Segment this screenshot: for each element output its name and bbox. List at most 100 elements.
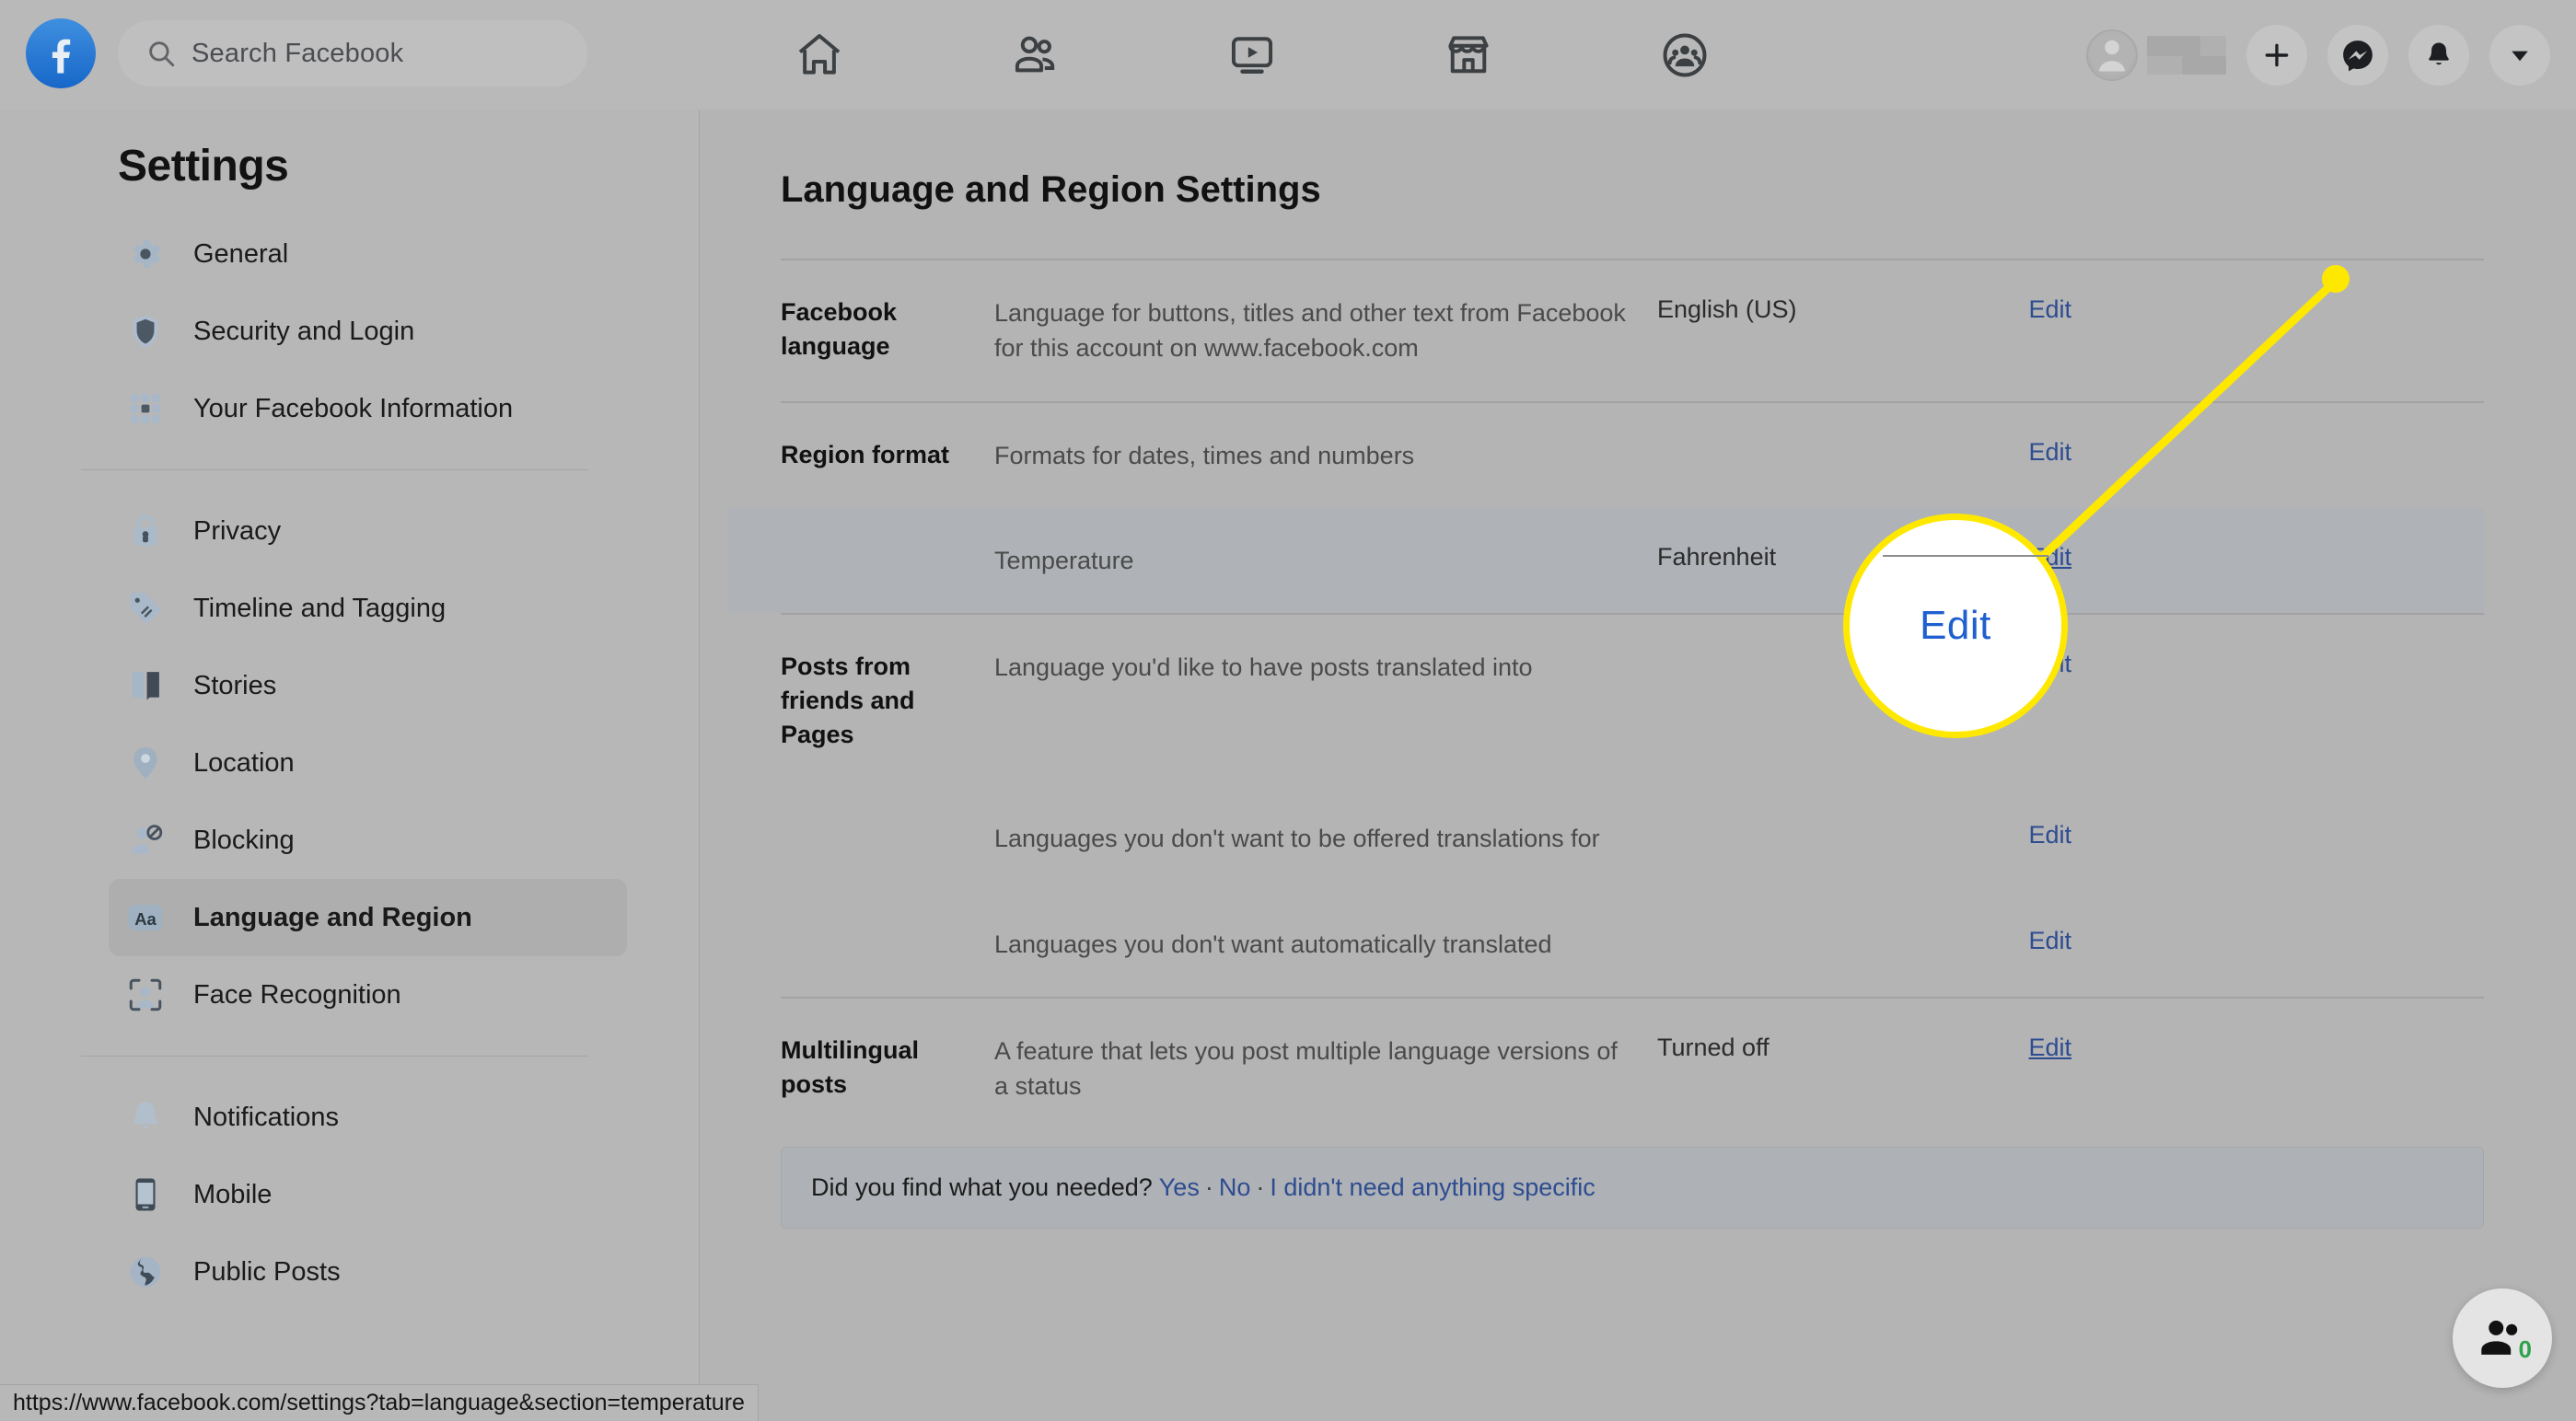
edit-link[interactable]: Edit [2028, 821, 2071, 849]
search-icon [145, 38, 177, 69]
avatar [2086, 29, 2138, 81]
book-icon [125, 665, 166, 706]
browser-status-bar: https://www.facebook.com/settings?tab=la… [0, 1384, 759, 1421]
notifications-button[interactable] [2408, 25, 2469, 86]
sidebar-item-stories[interactable]: Stories [109, 647, 627, 724]
row-description: Formats for dates, times and numbers [994, 438, 1657, 473]
gear-icon [125, 234, 166, 274]
sidebar-item-label: Public Posts [193, 1257, 341, 1288]
sidebar-item-label: Your Facebook Information [193, 394, 513, 424]
row-description: Languages you don't want to be offered t… [994, 821, 1657, 856]
sidebar-item-label: Privacy [193, 516, 281, 547]
nav-home-button[interactable] [764, 9, 875, 101]
sidebar-item-label: Stories [193, 671, 276, 701]
row-value: Turned off [1657, 1034, 1933, 1062]
sidebar-item-mobile[interactable]: Mobile [109, 1156, 627, 1233]
row-actions: Edit [1933, 821, 2071, 849]
sidebar-item-label: Location [193, 748, 295, 779]
friends-icon [1010, 29, 1062, 81]
feedback-separator: · [1250, 1173, 1270, 1201]
search-placeholder: Search Facebook [191, 39, 403, 69]
row-description: A feature that lets you post multiple la… [994, 1034, 1657, 1104]
feedback-separator: · [1200, 1173, 1219, 1201]
edit-link[interactable]: Edit [2028, 438, 2071, 467]
magnified-edit-label: Edit [1920, 603, 1991, 649]
create-button[interactable] [2246, 25, 2307, 86]
nav-friends-button[interactable] [981, 9, 1091, 101]
sidebar-title: Settings [0, 128, 699, 215]
sidebar-item-label: Timeline and Tagging [193, 594, 446, 624]
feedback-other-link[interactable]: I didn't need anything specific [1270, 1173, 1595, 1201]
nav-watch-button[interactable] [1197, 9, 1307, 101]
account-actions [2086, 0, 2550, 110]
sidebar-item-notifications[interactable]: Notifications [109, 1079, 627, 1156]
contacts-badge: 0 [2519, 1335, 2532, 1364]
top-navigation-bar: Search Facebook [0, 0, 2576, 110]
search-input[interactable]: Search Facebook [118, 20, 587, 87]
edit-link[interactable]: Edit [2028, 1034, 2071, 1062]
settings-main-content: Language and Region Settings Facebook la… [700, 110, 2576, 1421]
profile-chip[interactable] [2086, 29, 2226, 81]
sidebar-item-label: Mobile [193, 1180, 272, 1210]
messenger-icon [2340, 38, 2375, 73]
sidebar-item-label: Face Recognition [193, 980, 401, 1011]
sidebar-item-blocking[interactable]: Blocking [109, 802, 627, 879]
sidebar-group-account: General Security and Login Your Facebook… [0, 215, 699, 447]
main-nav-icons [764, 0, 1740, 110]
feedback-yes-link[interactable]: Yes [1159, 1173, 1200, 1201]
magnifier-rule [1883, 555, 2048, 557]
row-description: Temperature [994, 543, 1657, 578]
sidebar-divider-2 [81, 1056, 588, 1057]
feedback-bar: Did you find what you needed? Yes·No·I d… [781, 1147, 2484, 1229]
bell-icon [2423, 40, 2454, 71]
sidebar-group-notifications: Notifications Mobile Public Posts [0, 1079, 699, 1311]
sidebar-item-face-recognition[interactable]: Face Recognition [109, 956, 627, 1034]
nav-marketplace-button[interactable] [1413, 9, 1524, 101]
contacts-button[interactable]: 0 [2453, 1288, 2552, 1388]
messenger-button[interactable] [2327, 25, 2388, 86]
sidebar-item-label: Language and Region [193, 903, 472, 933]
feedback-no-link[interactable]: No [1219, 1173, 1251, 1201]
page-title: Language and Region Settings [781, 169, 2484, 211]
status-url: https://www.facebook.com/settings?tab=la… [13, 1390, 745, 1416]
account-menu-button[interactable] [2489, 25, 2550, 86]
marketplace-store-icon [1443, 29, 1494, 81]
nav-groups-button[interactable] [1630, 9, 1740, 101]
bell-icon [125, 1097, 166, 1138]
chevron-down-icon [2506, 41, 2534, 69]
row-description: Languages you don't want automatically t… [994, 927, 1657, 962]
sidebar-item-location[interactable]: Location [109, 724, 627, 802]
feedback-question: Did you find what you needed? [811, 1173, 1153, 1201]
sidebar-item-public-posts[interactable]: Public Posts [109, 1233, 627, 1311]
svg-text:Aa: Aa [134, 909, 157, 929]
sidebar-item-label: Notifications [193, 1103, 339, 1133]
mobile-phone-icon [125, 1174, 166, 1215]
facebook-logo-icon[interactable] [26, 18, 96, 88]
edit-link[interactable]: Edit [2028, 295, 2071, 324]
sidebar-item-language-and-region[interactable]: Aa Language and Region [109, 879, 627, 956]
table-row-temperature[interactable]: Temperature Fahrenheit Edit [727, 508, 2484, 613]
face-recognition-icon [125, 975, 166, 1015]
table-row: Languages you don't want automatically t… [727, 892, 2484, 997]
sidebar-item-security-and-login[interactable]: Security and Login [109, 293, 627, 370]
sidebar-item-general[interactable]: General [109, 215, 627, 293]
row-actions: Edit [1933, 295, 2071, 324]
lock-icon [125, 511, 166, 551]
row-label: Multilingual posts [781, 1034, 994, 1101]
table-row: Languages you don't want to be offered t… [727, 786, 2484, 891]
magnifier-callout: Edit [1843, 514, 2068, 738]
edit-link[interactable]: Edit [2028, 927, 2071, 955]
table-row: Posts from friends and Pages Language yo… [727, 615, 2484, 786]
facebook-settings-page: Search Facebook [0, 0, 2576, 1421]
settings-sidebar: Settings General Security and Login [0, 110, 700, 1421]
table-row: Facebook language Language for buttons, … [727, 260, 2484, 401]
sidebar-item-your-facebook-information[interactable]: Your Facebook Information [109, 370, 627, 447]
row-actions: Edit [1933, 1034, 2071, 1062]
grid-info-icon [125, 388, 166, 429]
row-label: Facebook language [781, 295, 994, 363]
sidebar-item-privacy[interactable]: Privacy [109, 492, 627, 570]
aa-language-icon: Aa [125, 897, 166, 938]
sidebar-item-timeline-and-tagging[interactable]: Timeline and Tagging [109, 570, 627, 647]
table-row: Multilingual posts A feature that lets y… [727, 999, 2484, 1139]
row-description: Language you'd like to have posts transl… [994, 650, 1657, 685]
